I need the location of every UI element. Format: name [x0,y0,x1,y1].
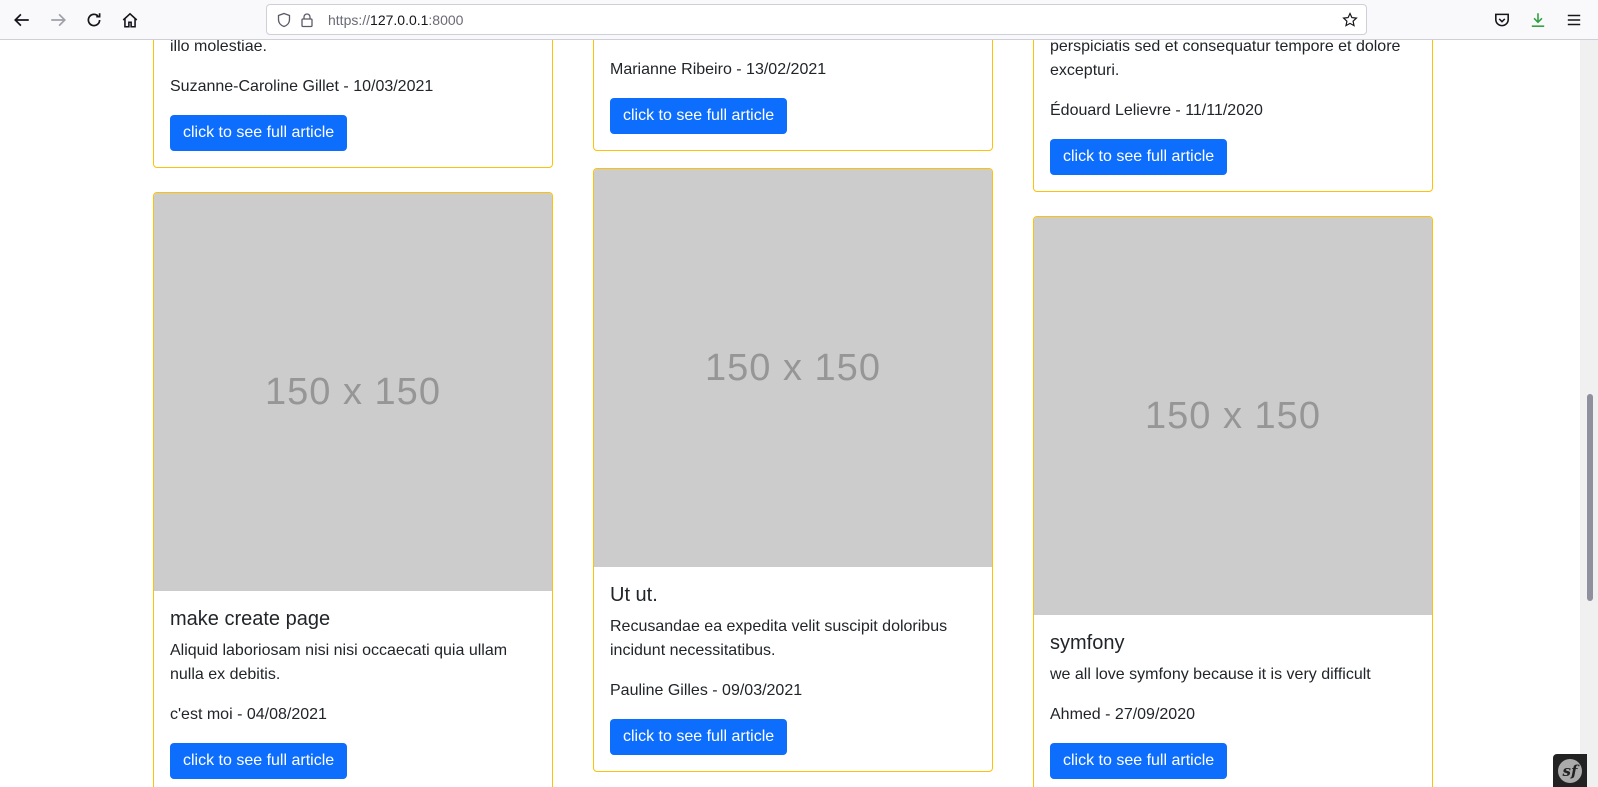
card-meta: Édouard Lelievre - 11/11/2020 [1050,102,1263,119]
card-title: Ut ut. [610,584,658,606]
card-meta: Marianne Ribeiro - 13/02/2021 [610,61,827,78]
url-host: 127.0.0.1 [370,12,429,28]
url-text[interactable]: https://127.0.0.1:8000 [328,12,463,28]
card-title: symfony [1050,632,1125,654]
placeholder-image-label: 150 x 150 [265,370,441,413]
card-meta: c'est moi - 04/08/2021 [170,706,327,723]
symfony-toolbar-toggle[interactable]: sf [1553,754,1587,787]
placeholder-image: 150 x 150 [154,193,552,591]
article-card: illo molestiae. Suzanne-Caroline Gillet … [153,40,553,168]
card-text: we all love symfony because it is very d… [1050,666,1371,683]
card-text: perspiciatis sed et consequatur tempore … [1050,40,1401,79]
placeholder-image: 150 x 150 [1034,217,1432,615]
article-card: perspiciatis sed et consequatur tempore … [1033,40,1433,192]
address-bar[interactable]: https://127.0.0.1:8000 [266,4,1367,35]
full-article-button[interactable]: click to see full article [610,98,788,134]
url-scheme: https:// [328,12,371,28]
back-icon[interactable] [9,7,35,33]
article-card: 150 x 150 symfony we all love symfony be… [1033,216,1433,787]
card-text: Recusandae ea expedita velit suscipit do… [610,618,948,659]
downloads-icon[interactable] [1525,7,1551,33]
placeholder-image: 150 x 150 [594,169,992,567]
article-card: 150 x 150 make create page Aliquid labor… [153,192,553,787]
pocket-icon[interactable] [1489,7,1515,33]
url-port: :8000 [428,12,464,28]
card-meta: Pauline Gilles - 09/03/2021 [610,682,803,699]
reload-icon[interactable] [81,7,107,33]
shield-icon[interactable] [275,11,293,29]
home-icon[interactable] [117,7,143,33]
menu-icon[interactable] [1561,7,1587,33]
card-text: illo molestiae. [170,40,267,55]
placeholder-image-label: 150 x 150 [705,346,881,389]
bookmark-star-icon[interactable] [1341,11,1359,29]
page-scrollbar[interactable] [1580,40,1598,787]
article-card: 150 x 150 Ut ut. Recusandae ea expedita … [593,168,993,772]
article-card: Marianne Ribeiro - 13/02/2021 click to s… [593,40,993,151]
full-article-button[interactable]: click to see full article [1050,743,1228,779]
full-article-button[interactable]: click to see full article [170,743,348,779]
card-meta: Ahmed - 27/09/2020 [1050,706,1195,723]
full-article-button[interactable]: click to see full article [170,115,348,151]
card-meta: Suzanne-Caroline Gillet - 10/03/2021 [170,78,434,95]
placeholder-image-label: 150 x 150 [1145,394,1321,437]
symfony-icon: sf [1558,758,1582,783]
card-text: Aliquid laboriosam nisi nisi occaecati q… [170,642,508,683]
forward-icon[interactable] [45,7,71,33]
browser-toolbar: https://127.0.0.1:8000 [0,0,1598,40]
full-article-button[interactable]: click to see full article [610,719,788,755]
full-article-button[interactable]: click to see full article [1050,139,1228,175]
article-grid: illo molestiae. Suzanne-Caroline Gillet … [0,40,1580,787]
lock-icon[interactable] [298,11,316,29]
scrollbar-thumb[interactable] [1587,394,1593,601]
card-title: make create page [170,608,331,630]
